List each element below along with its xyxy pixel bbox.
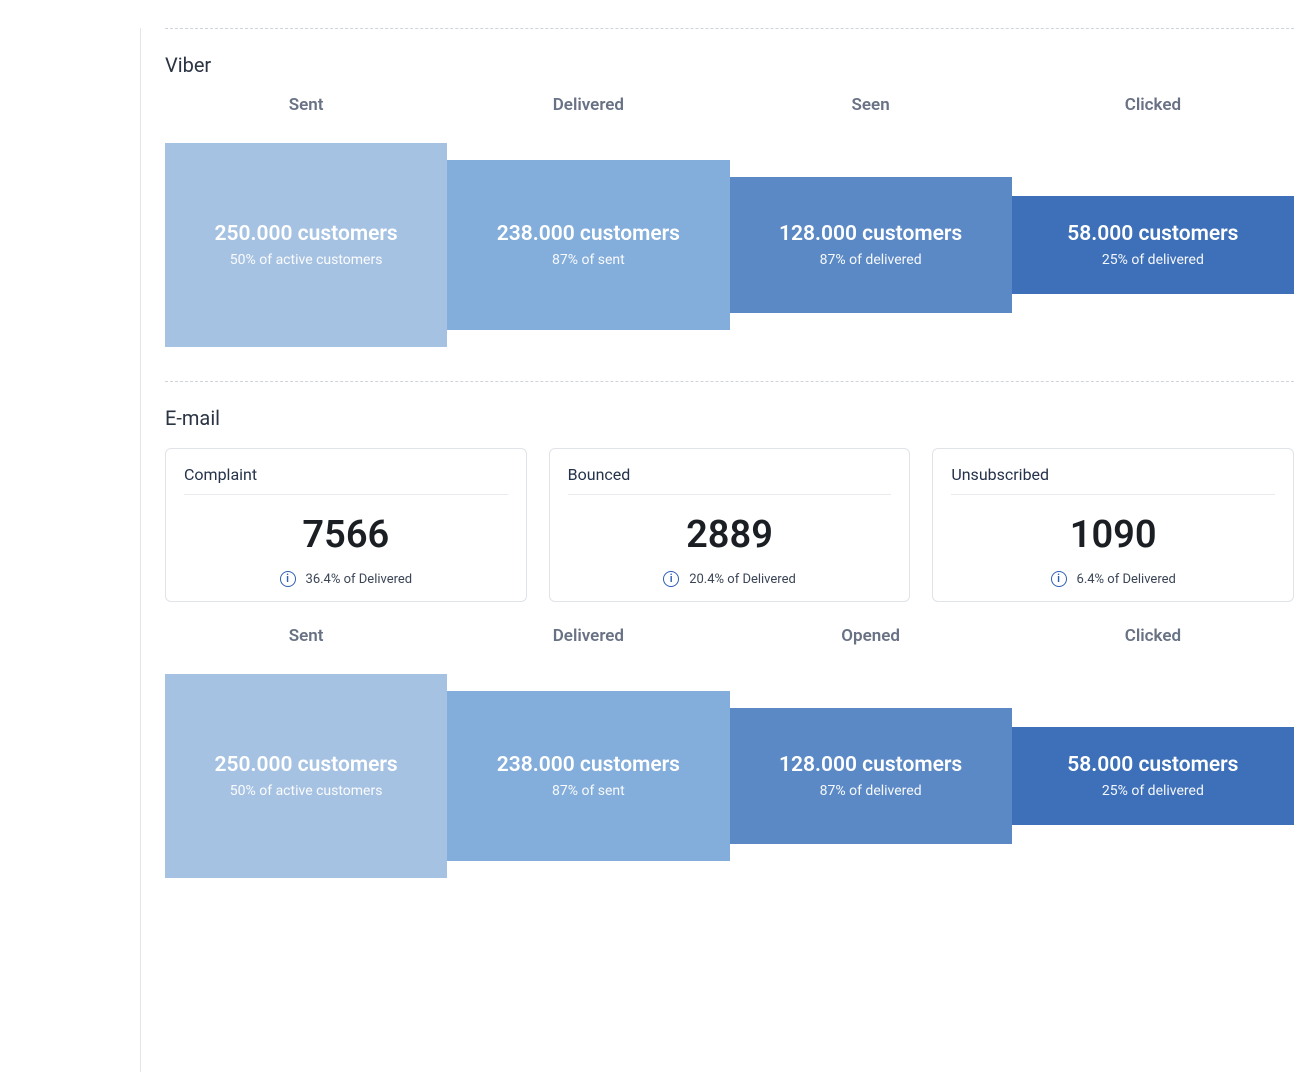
viber-step-delivered[interactable]: 238.000 customers 87% of sent — [447, 160, 729, 330]
email-step-opened-sub: 87% of delivered — [820, 783, 922, 799]
email-card-complaint-title: Complaint — [184, 465, 508, 495]
email-header-delivered: Delivered — [447, 626, 729, 646]
viber-header-seen: Seen — [730, 95, 1012, 115]
viber-step-clicked-sub: 25% of delivered — [1102, 252, 1204, 268]
email-column-headers: Sent Delivered Opened Clicked — [165, 626, 1294, 646]
viber-step-delivered-value: 238.000 customers — [497, 222, 680, 246]
viber-section-title: Viber — [165, 53, 1294, 77]
email-card-complaint-value: 7566 — [184, 513, 508, 557]
email-card-bounced-title: Bounced — [568, 465, 892, 495]
email-step-delivered[interactable]: 238.000 customers 87% of sent — [447, 691, 729, 861]
email-card-unsubscribed-value: 1090 — [951, 513, 1275, 557]
viber-header-clicked: Clicked — [1012, 95, 1294, 115]
viber-header-sent: Sent — [165, 95, 447, 115]
info-icon[interactable] — [663, 571, 679, 587]
viber-step-seen-value: 128.000 customers — [779, 222, 962, 246]
viber-step-sent-sub: 50% of active customers — [230, 252, 383, 268]
email-step-clicked-sub: 25% of delivered — [1102, 783, 1204, 799]
info-icon[interactable] — [1051, 571, 1067, 587]
email-card-bounced-value: 2889 — [568, 513, 892, 557]
email-funnel: 250.000 customers 50% of active customer… — [165, 674, 1294, 878]
viber-step-clicked[interactable]: 58.000 customers 25% of delivered — [1012, 196, 1294, 294]
email-card-unsubscribed-foot: 6.4% of Delivered — [1077, 572, 1176, 587]
email-header-opened: Opened — [730, 626, 1012, 646]
viber-step-sent[interactable]: 250.000 customers 50% of active customer… — [165, 143, 447, 347]
email-step-sent-value: 250.000 customers — [215, 753, 398, 777]
email-step-sent-sub: 50% of active customers — [230, 783, 383, 799]
email-step-clicked[interactable]: 58.000 customers 25% of delivered — [1012, 727, 1294, 825]
email-card-bounced-foot: 20.4% of Delivered — [689, 572, 796, 587]
email-step-opened-value: 128.000 customers — [779, 753, 962, 777]
email-cards: Complaint 7566 36.4% of Delivered Bounce… — [165, 448, 1294, 602]
viber-step-seen[interactable]: 128.000 customers 87% of delivered — [730, 177, 1012, 313]
viber-column-headers: Sent Delivered Seen Clicked — [165, 95, 1294, 115]
email-step-delivered-value: 238.000 customers — [497, 753, 680, 777]
viber-step-delivered-sub: 87% of sent — [552, 252, 625, 268]
viber-step-seen-sub: 87% of delivered — [820, 252, 922, 268]
viber-step-clicked-value: 58.000 customers — [1067, 222, 1238, 246]
viber-header-delivered: Delivered — [447, 95, 729, 115]
email-step-delivered-sub: 87% of sent — [552, 783, 625, 799]
viber-funnel: 250.000 customers 50% of active customer… — [165, 143, 1294, 347]
email-card-bounced[interactable]: Bounced 2889 20.4% of Delivered — [549, 448, 911, 602]
info-icon[interactable] — [280, 571, 296, 587]
email-section-title: E-mail — [165, 406, 1294, 430]
email-step-sent[interactable]: 250.000 customers 50% of active customer… — [165, 674, 447, 878]
email-card-unsubscribed[interactable]: Unsubscribed 1090 6.4% of Delivered — [932, 448, 1294, 602]
email-card-complaint[interactable]: Complaint 7566 36.4% of Delivered — [165, 448, 527, 602]
email-card-unsubscribed-title: Unsubscribed — [951, 465, 1275, 495]
email-step-opened[interactable]: 128.000 customers 87% of delivered — [730, 708, 1012, 844]
email-card-complaint-foot: 36.4% of Delivered — [306, 572, 413, 587]
email-header-sent: Sent — [165, 626, 447, 646]
email-header-clicked: Clicked — [1012, 626, 1294, 646]
email-step-clicked-value: 58.000 customers — [1067, 753, 1238, 777]
viber-step-sent-value: 250.000 customers — [215, 222, 398, 246]
